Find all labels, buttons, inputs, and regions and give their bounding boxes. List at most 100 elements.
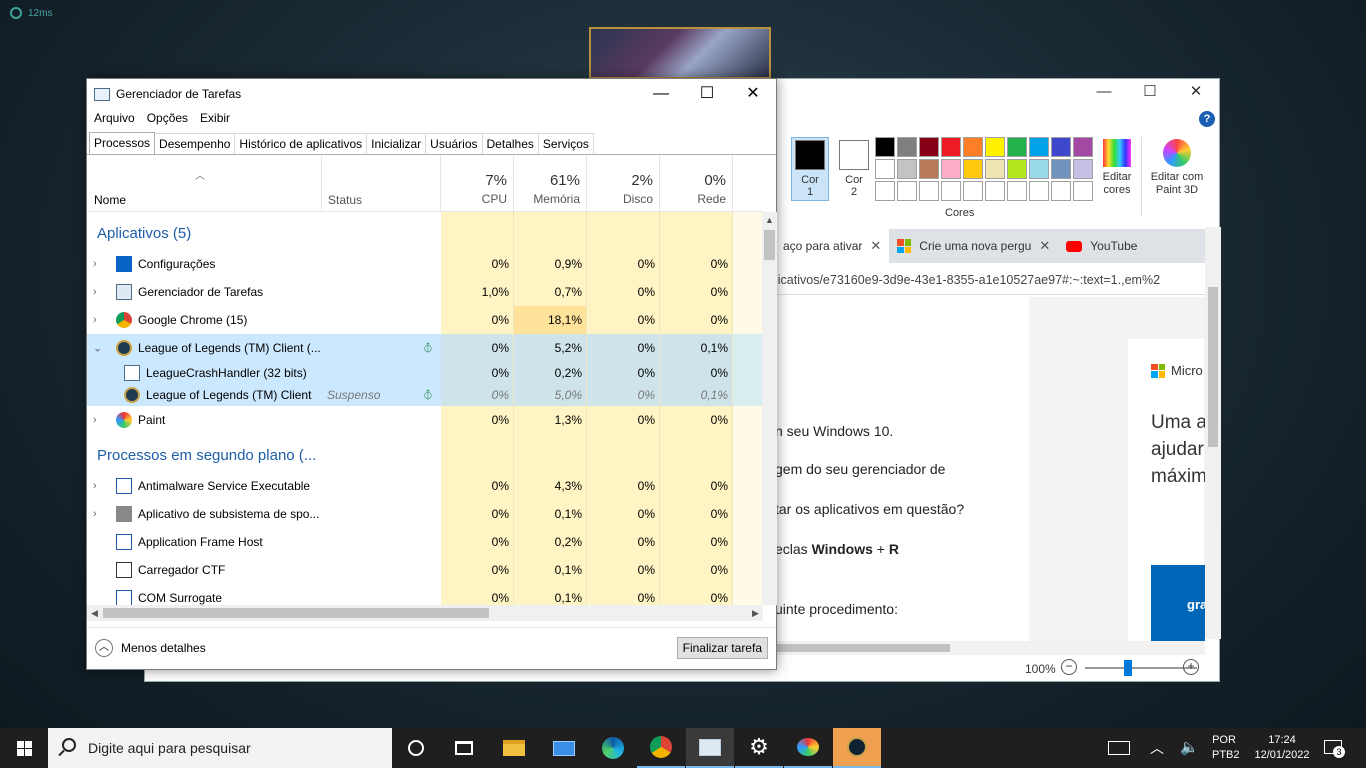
col-name[interactable]: Nome <box>87 156 322 212</box>
palette-swatch[interactable] <box>941 137 961 157</box>
scroll-up-icon[interactable]: ▲ <box>762 215 777 225</box>
volume-icon[interactable]: 🔈 <box>1180 738 1199 768</box>
palette-swatch[interactable] <box>1073 181 1093 201</box>
tab-processos[interactable]: Processos <box>89 132 156 155</box>
menu-arquivo[interactable]: Arquivo <box>94 111 135 125</box>
maximize-icon[interactable]: ☐ <box>684 79 730 109</box>
task-view-icon[interactable] <box>440 728 488 768</box>
palette-swatch[interactable] <box>963 137 983 157</box>
tab-historico[interactable]: Histórico de aplicativos <box>234 133 368 155</box>
color1-button[interactable]: Cor 1 <box>791 137 829 201</box>
palette-swatch[interactable] <box>919 159 939 179</box>
palette-swatch[interactable] <box>963 159 983 179</box>
scroll-left-icon[interactable]: ◀ <box>87 608 102 619</box>
browser-tab-microsoft[interactable]: Crie uma nova pergu ✕ <box>889 229 1058 263</box>
edit-colors-button[interactable]: Editar cores <box>1097 139 1137 197</box>
paint-vertical-scrollbar[interactable] <box>1205 227 1221 639</box>
minimize-icon[interactable]: — <box>1081 79 1127 107</box>
palette-swatch[interactable] <box>941 159 961 179</box>
file-explorer-icon[interactable] <box>490 728 538 768</box>
zoom-in-icon[interactable]: + <box>1183 659 1199 675</box>
tab-servicos[interactable]: Serviços <box>537 133 594 155</box>
col-disk[interactable]: 2% Disco <box>587 156 660 212</box>
end-task-button[interactable]: Finalizar tarefa <box>676 637 768 659</box>
maximize-icon[interactable]: ☐ <box>1127 79 1173 107</box>
palette-swatch[interactable] <box>875 181 895 201</box>
palette-swatch[interactable] <box>1073 159 1093 179</box>
browser-tab-youtube[interactable]: YouTube <box>1058 229 1145 263</box>
paint3d-button[interactable]: Editar com Paint 3D <box>1147 139 1207 197</box>
process-row[interactable]: › Gerenciador de Tarefas 1,0% 0,7% 0% 0% <box>87 278 763 306</box>
process-row[interactable]: › Antimalware Service Executable 0% 4,3% 0% 0… <box>87 472 763 500</box>
palette-swatch[interactable] <box>1007 137 1027 157</box>
col-cpu[interactable]: 7% CPU <box>441 156 514 212</box>
browser-tab-active[interactable]: aço para ativar ✕ <box>775 229 890 263</box>
palette-swatch[interactable] <box>897 159 917 179</box>
chevron-right-icon[interactable]: › <box>93 414 97 426</box>
color2-button[interactable]: Cor 2 <box>835 137 873 201</box>
process-row[interactable]: › Configurações 0% 0,9% 0% 0% <box>87 250 763 278</box>
tab-detalhes[interactable]: Detalhes <box>481 133 539 155</box>
process-subrow[interactable]: LeagueCrashHandler (32 bits) 0% 0,2% 0% 0% <box>87 362 763 384</box>
palette-swatch[interactable] <box>963 181 983 201</box>
palette-swatch[interactable] <box>919 137 939 157</box>
palette-swatch[interactable] <box>1029 137 1049 157</box>
palette-swatch[interactable] <box>1007 159 1027 179</box>
clock[interactable]: 17:24 12/01/2022 <box>1250 733 1314 768</box>
col-status[interactable]: Status <box>322 156 441 212</box>
tab-desempenho[interactable]: Desempenho <box>154 133 236 155</box>
palette-swatch[interactable] <box>875 159 895 179</box>
paint-horizontal-scrollbar[interactable] <box>775 641 1205 655</box>
horizontal-scrollbar[interactable]: ◀ ▶ <box>87 605 763 621</box>
process-subrow[interactable]: League of Legends (TM) Client Suspenso ⦽ 0%… <box>87 384 763 406</box>
edge-icon[interactable] <box>589 728 637 768</box>
chevron-right-icon[interactable]: › <box>93 286 97 298</box>
palette-swatch[interactable] <box>919 181 939 201</box>
col-memory[interactable]: 61% Memória <box>514 156 587 212</box>
palette-swatch[interactable] <box>1007 181 1027 201</box>
tray-chevron-up-icon[interactable]: ︿ <box>1150 738 1164 768</box>
palette-swatch[interactable] <box>897 181 917 201</box>
language-indicator[interactable]: POR PTB2 <box>1212 733 1240 768</box>
close-icon[interactable]: ✕ <box>1039 238 1050 254</box>
task-manager-taskbar-icon[interactable] <box>686 728 734 768</box>
less-details-button[interactable]: ︿ Menos detalhes <box>95 639 206 657</box>
mail-icon[interactable] <box>540 728 588 768</box>
taskbar-search[interactable]: Digite aqui para pesquisar <box>48 728 392 768</box>
start-button[interactable] <box>0 728 48 768</box>
process-row[interactable]: › Google Chrome (15) 0% 18,1% 0% 0% <box>87 306 763 334</box>
chevron-right-icon[interactable]: › <box>93 314 97 326</box>
palette-swatch[interactable] <box>985 137 1005 157</box>
col-network[interactable]: 0% Rede <box>660 156 733 212</box>
chevron-right-icon[interactable]: › <box>93 508 97 520</box>
palette-swatch[interactable] <box>875 137 895 157</box>
process-row[interactable]: › Aplicativo de subsistema de spo... 0% 0,1… <box>87 500 763 528</box>
league-of-legends-icon[interactable] <box>833 728 881 768</box>
settings-gear-icon[interactable]: ⚙ <box>735 728 783 768</box>
process-row[interactable]: Carregador CTF 0% 0,1% 0% 0% <box>87 556 763 584</box>
palette-swatch[interactable] <box>941 181 961 201</box>
scroll-right-icon[interactable]: ▶ <box>748 608 763 619</box>
zoom-out-icon[interactable]: − <box>1061 659 1077 675</box>
cortana-icon[interactable] <box>392 728 440 768</box>
close-icon[interactable]: ✕ <box>870 238 881 254</box>
palette-swatch[interactable] <box>1051 159 1071 179</box>
palette-swatch[interactable] <box>1073 137 1093 157</box>
palette-swatch[interactable] <box>985 159 1005 179</box>
process-row[interactable]: Application Frame Host 0% 0,2% 0% 0% <box>87 528 763 556</box>
tab-inicializar[interactable]: Inicializar <box>366 133 427 155</box>
chrome-icon[interactable] <box>637 728 685 768</box>
palette-swatch[interactable] <box>1029 181 1049 201</box>
palette-swatch[interactable] <box>985 181 1005 201</box>
process-row[interactable]: ⌄ League of Legends (TM) Client (... ⦽ 0% 5,… <box>87 334 763 362</box>
vertical-scrollbar[interactable]: ▲ <box>762 212 777 605</box>
browser-url[interactable]: licativos/e73160e9-3d9e-43e1-8355-a1e105… <box>775 265 1205 295</box>
palette-swatch[interactable] <box>1051 181 1071 201</box>
notification-icon[interactable]: 3 <box>1324 738 1345 758</box>
chevron-right-icon[interactable]: › <box>93 480 97 492</box>
chevron-right-icon[interactable]: › <box>93 258 97 270</box>
close-icon[interactable]: ✕ <box>1173 79 1219 107</box>
close-icon[interactable]: ✕ <box>730 79 776 109</box>
tab-usuarios[interactable]: Usuários <box>425 133 483 155</box>
scrollbar-thumb[interactable] <box>764 230 775 260</box>
